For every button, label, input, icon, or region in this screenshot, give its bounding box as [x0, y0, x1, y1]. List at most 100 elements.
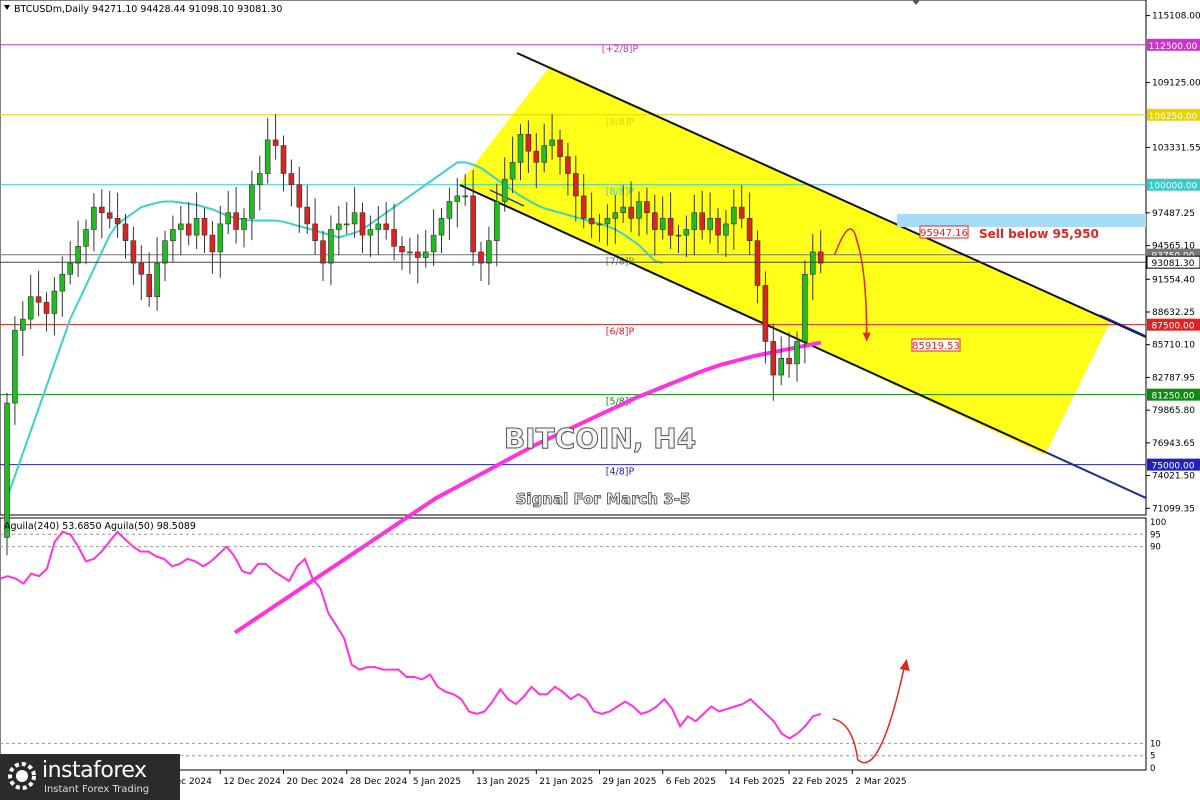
candle-body — [67, 262, 73, 275]
candle-body — [51, 290, 58, 314]
candle-body — [478, 251, 484, 264]
candle-body — [525, 134, 532, 152]
osc-tick-label: 95 — [1150, 530, 1161, 540]
candle-body — [391, 229, 397, 247]
level-label: [6/8]P — [606, 327, 635, 338]
instaforex-logo: instaforex Instant Forex Trading — [0, 754, 180, 800]
candle-body — [541, 145, 548, 163]
candle-body — [667, 218, 674, 236]
date-tick-label: 22 Feb 2025 — [792, 777, 848, 787]
candle-body — [762, 285, 769, 342]
candle-body — [691, 212, 698, 230]
candle-body — [770, 341, 777, 376]
candle-body — [185, 223, 192, 236]
date-tick-label: 12 Dec 2024 — [223, 777, 281, 787]
candle-body — [170, 229, 176, 242]
candle-body — [146, 273, 152, 297]
candle-body — [35, 296, 42, 303]
candle-body — [193, 218, 200, 236]
candle-body — [659, 218, 666, 230]
candle-body — [280, 145, 287, 174]
candle-body — [217, 223, 224, 253]
candle-body — [738, 206, 745, 219]
price-tick-label: 85710.10 — [1152, 341, 1195, 351]
candle-body — [486, 240, 492, 264]
candle-body — [612, 212, 619, 219]
price-tick-label: 91554.40 — [1152, 275, 1195, 285]
candle-body — [517, 134, 524, 163]
candle-body — [414, 251, 421, 258]
logo-tagline: Instant Forex Trading — [44, 784, 150, 795]
candle-body — [130, 240, 137, 264]
chart-title: BITCOIN, H4 — [504, 422, 696, 455]
level-label: [4/8]P — [606, 467, 635, 478]
candle-body — [715, 218, 721, 236]
candle-body — [620, 206, 627, 214]
chart-subtitle: Signal For March 3-5 — [516, 490, 691, 508]
candle-body — [335, 223, 342, 230]
candle-body — [794, 341, 800, 365]
candle-body — [320, 240, 326, 264]
candle-body — [407, 251, 413, 254]
trading-chart[interactable]: [+2/8]P 112500.00 [8/8]P 106250.00 [8/8]P 100… — [0, 0, 1200, 800]
date-tick-label: 6 Feb 2025 — [666, 777, 716, 787]
date-tick-label: 21 Jan 2025 — [539, 777, 593, 787]
osc-tick-label: 5 — [1150, 752, 1155, 762]
date-tick-label: 20 Dec 2024 — [287, 777, 345, 787]
price-tick-label: 76943.65 — [1152, 439, 1195, 449]
level-label: [8/8]P — [606, 187, 635, 198]
osc-tick-label: 0 — [1150, 764, 1155, 774]
date-tick-label: 28 Dec 2024 — [350, 777, 408, 787]
price-axis[interactable]: 115108.00 109125.00 103331.55 97487.25 94565… — [1146, 12, 1200, 515]
candle-body — [19, 318, 26, 331]
candle-body — [596, 223, 603, 226]
candle-body — [699, 212, 706, 230]
price-tick-label: 74021.50 — [1152, 472, 1195, 482]
osc-tick-label: 90 — [1150, 543, 1161, 553]
candle-body — [12, 329, 18, 404]
level-tag-text: 75000.00 — [1152, 462, 1195, 472]
candle-body — [288, 173, 295, 186]
candle-body — [178, 223, 184, 230]
candle-body — [264, 139, 271, 174]
candle-body — [43, 301, 50, 314]
candle-body — [249, 184, 255, 219]
oscillator-panel — [0, 517, 1147, 771]
candle-body — [106, 212, 113, 219]
candle-body — [604, 218, 611, 225]
price-tag-upper-text: 95947.16 — [920, 228, 968, 239]
candle-body — [430, 234, 437, 253]
oscillator-axis[interactable]: 100 95 90 10 5 0 — [1150, 518, 1166, 774]
level-tag-text: 81250.00 — [1152, 392, 1195, 402]
candle-body — [304, 206, 311, 225]
price-tick-label: 79865.80 — [1152, 406, 1195, 416]
candle-body — [786, 357, 792, 365]
candle-body — [580, 195, 587, 219]
candle-body — [533, 150, 540, 163]
logo-wordmark: instaforex — [42, 758, 147, 783]
candle-body — [343, 223, 350, 226]
date-tick-label: 5 Jan 2025 — [413, 777, 461, 787]
current-price-tag-text: 93081.30 — [1152, 259, 1195, 269]
candle-body — [233, 212, 239, 230]
candle-body — [241, 218, 247, 230]
chart-canvas[interactable]: [+2/8]P 112500.00[8/8]P 106250.00[8/8]P 100… — [0, 0, 1200, 800]
candle-body — [446, 201, 453, 219]
candle-body — [454, 195, 461, 202]
candle-body — [493, 201, 500, 242]
candle-body — [256, 173, 263, 186]
candle-body — [99, 206, 105, 214]
candle-body — [802, 273, 808, 342]
sell-signal-label: Sell below 95,950 — [979, 227, 1099, 241]
candle-body — [328, 229, 334, 264]
price-tick-label: 82787.95 — [1152, 373, 1195, 383]
candle-body — [272, 139, 279, 146]
price-tag-lower: 85919.53 — [911, 338, 961, 352]
price-tick-label: 97487.25 — [1152, 209, 1195, 219]
candle-body — [588, 218, 595, 225]
candle-body — [628, 206, 634, 219]
date-tick-label: 2 Mar 2025 — [855, 777, 906, 787]
candle-body — [549, 139, 555, 146]
price-tick-label: 103331.55 — [1152, 143, 1200, 153]
level-tag-text: 112500.00 — [1149, 42, 1198, 52]
